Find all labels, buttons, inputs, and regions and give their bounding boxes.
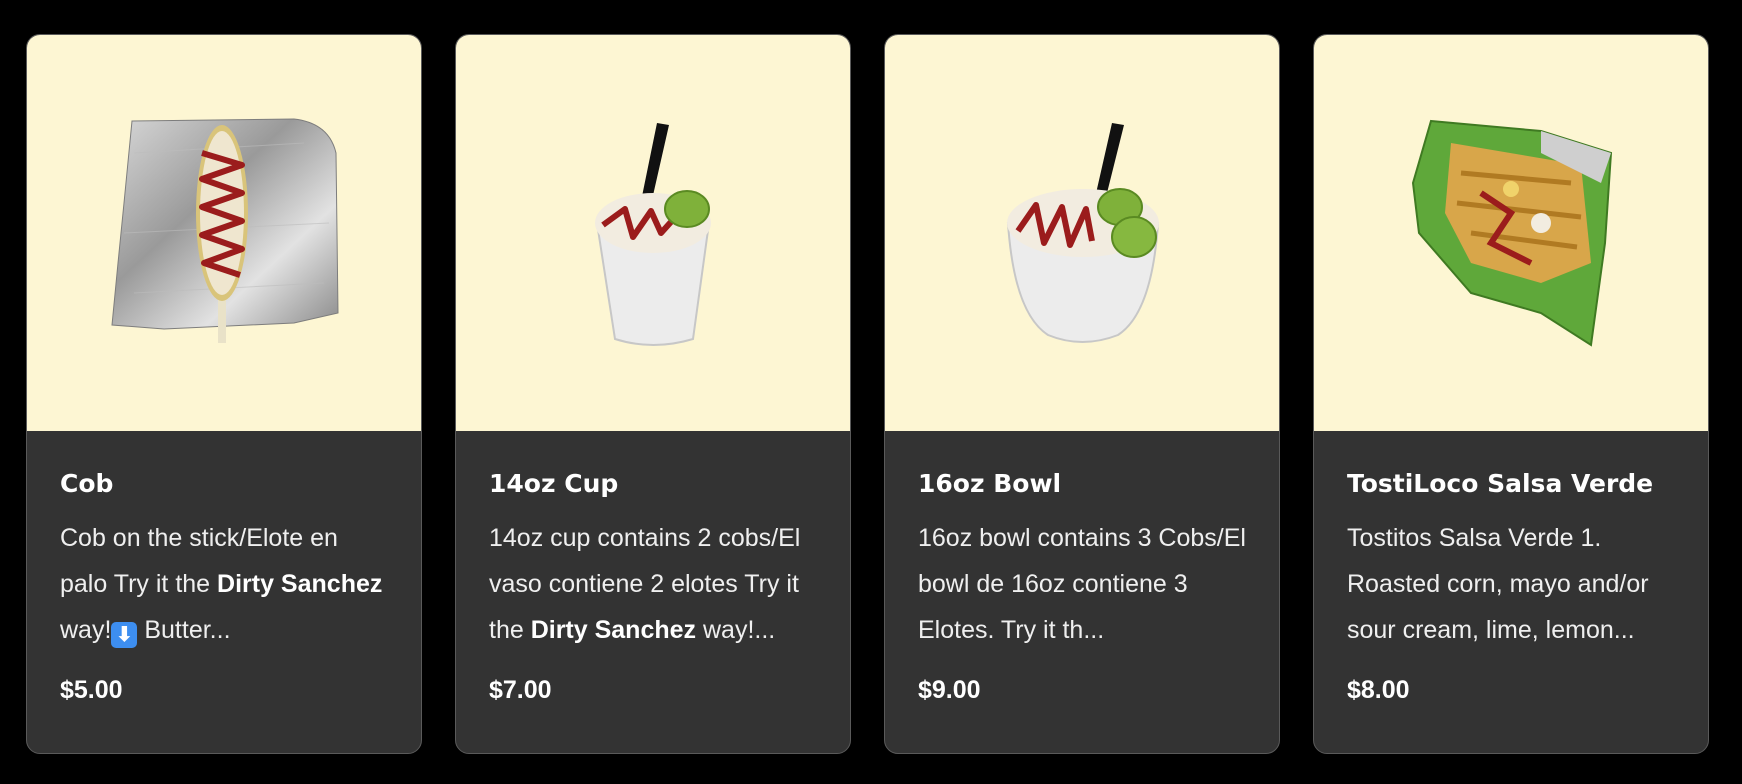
- tostiloco-bag-icon: [1411, 119, 1613, 347]
- down-arrow-emoji-icon: ⬇: [111, 622, 138, 648]
- product-card-14oz-cup[interactable]: 14oz Cup 14oz cup contains 2 cobs/El vas…: [455, 34, 851, 754]
- product-price: $9.00: [918, 676, 981, 704]
- product-image-cob[interactable]: [27, 35, 421, 431]
- product-image-tostiloco[interactable]: [1314, 35, 1708, 431]
- product-title: 16oz Bowl: [918, 469, 1062, 498]
- esquites-cup-icon: [595, 123, 711, 346]
- product-grid: Cob Cob on the stick/Elote en palo Try i…: [26, 34, 1709, 754]
- product-card-cob[interactable]: Cob Cob on the stick/Elote en palo Try i…: [26, 34, 422, 754]
- elote-cob-foil-icon: [111, 118, 339, 343]
- product-card-16oz-bowl[interactable]: 16oz Bowl 16oz bowl contains 3 Cobs/El b…: [884, 34, 1280, 754]
- product-price: $7.00: [489, 676, 552, 704]
- product-description: 14oz cup contains 2 cobs/El vaso contien…: [489, 524, 801, 644]
- product-image-16oz-bowl[interactable]: [885, 35, 1279, 431]
- product-description: 16oz bowl contains 3 Cobs/El bowl de 16o…: [918, 524, 1246, 644]
- product-title: Cob: [60, 469, 114, 498]
- product-image-14oz-cup[interactable]: [456, 35, 850, 431]
- product-title: 14oz Cup: [489, 469, 619, 498]
- product-card-tostiloco-salsa-verde[interactable]: TostiLoco Salsa Verde Tostitos Salsa Ver…: [1313, 34, 1709, 754]
- product-price: $5.00: [60, 676, 123, 704]
- esquites-bowl-icon: [1006, 123, 1160, 343]
- product-title: TostiLoco Salsa Verde: [1347, 469, 1654, 498]
- product-price: $8.00: [1347, 676, 1410, 704]
- product-description: Tostitos Salsa Verde 1. Roasted corn, ma…: [1347, 524, 1649, 644]
- product-description: Cob on the stick/Elote en palo Try it th…: [60, 524, 383, 648]
